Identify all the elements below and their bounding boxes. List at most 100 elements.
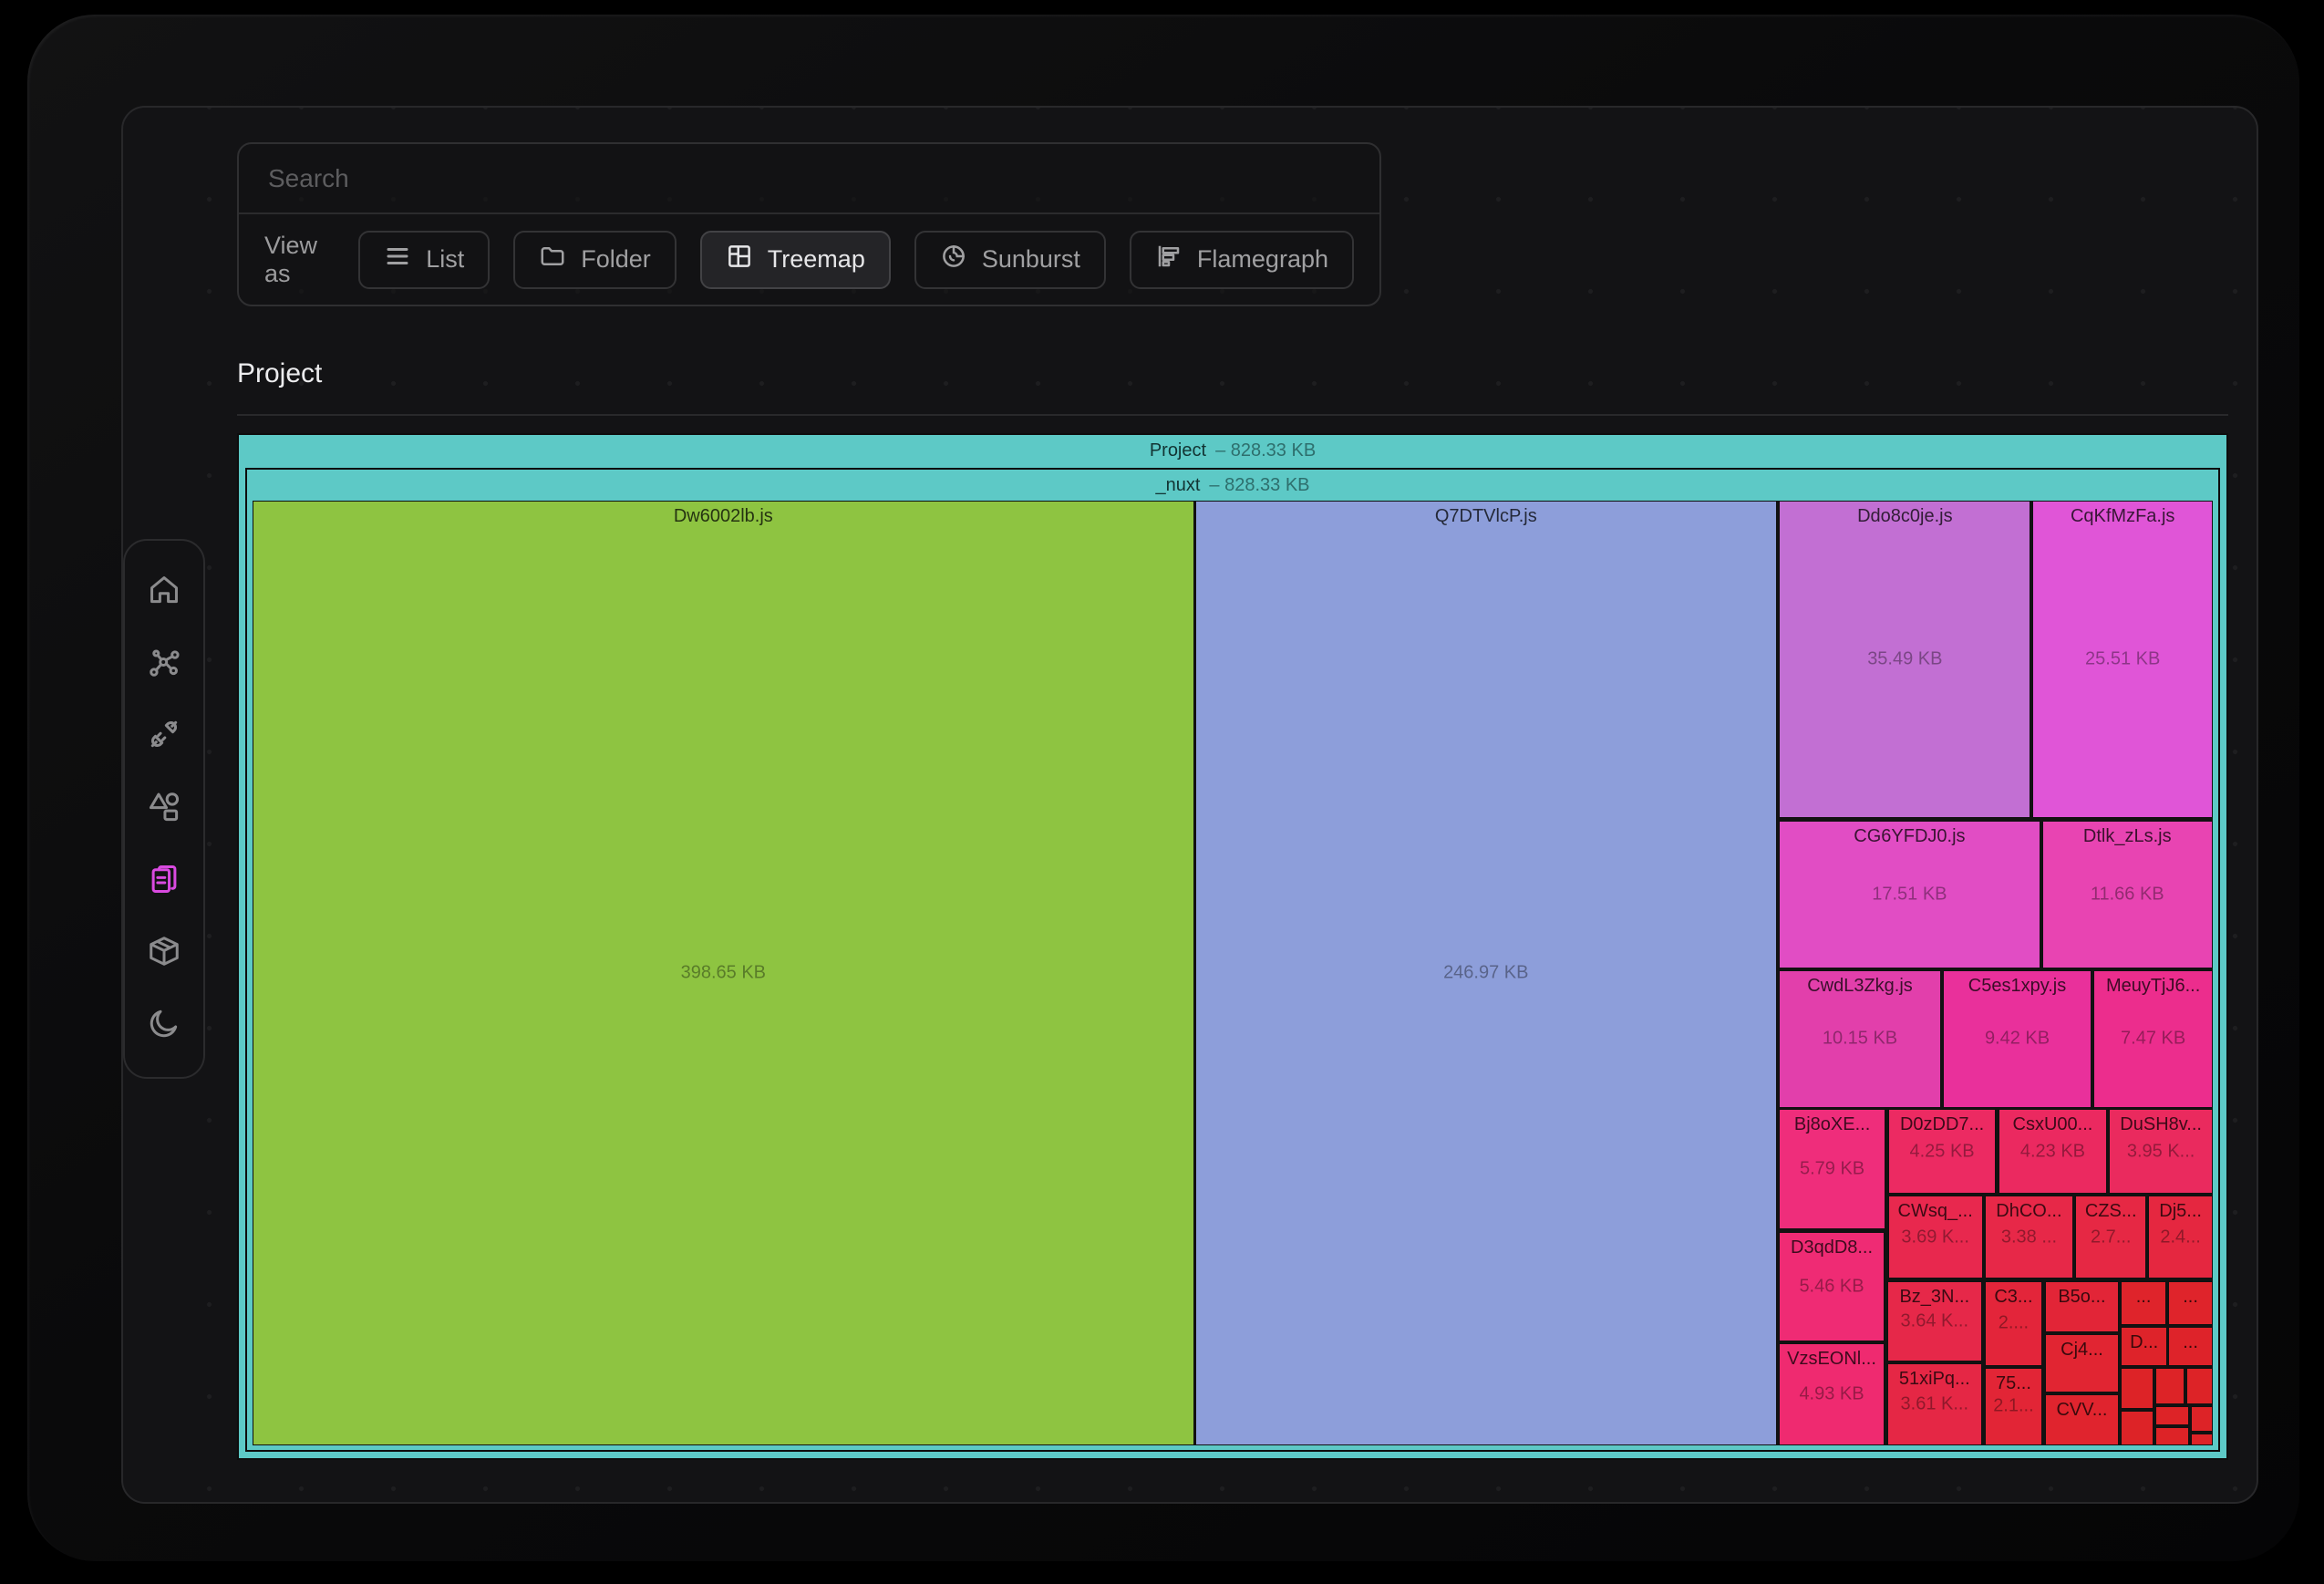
treemap-cell[interactable] <box>2191 1406 2213 1432</box>
treemap-cell[interactable]: DuSH8v...3.95 K... <box>2109 1109 2213 1193</box>
view-flamegraph-button[interactable]: Flamegraph <box>1130 231 1354 289</box>
treemap-cell[interactable]: Cj4... <box>2045 1334 2120 1393</box>
page-title: Project <box>237 354 2228 394</box>
moon-icon <box>147 1006 181 1045</box>
treemap-cell[interactable]: VzsEONl... 4.93 KB <box>1779 1343 1885 1445</box>
treemap-cell[interactable]: ... <box>2168 1327 2213 1366</box>
graph-icon <box>147 645 181 684</box>
sidebar-item-home[interactable] <box>144 572 184 612</box>
cell-file-name: DuSH8v... <box>2110 1114 2212 1135</box>
cell-file-size: 2.4... <box>2149 1227 2212 1248</box>
cell-file-name: CZS... <box>2076 1201 2145 1222</box>
cell-file-name: Ddo8c0je.js <box>1780 506 2030 527</box>
cell-file-name: D... <box>2122 1332 2166 1353</box>
home-icon <box>147 573 181 612</box>
sidebar-item-build[interactable] <box>144 934 184 974</box>
cell-file-size: 25.51 KB <box>2033 648 2212 669</box>
cell-file-name: CwdL3Zkg.js <box>1780 976 1940 997</box>
sidebar-item-components[interactable] <box>144 789 184 829</box>
root-name: Project <box>1150 440 1206 461</box>
view-sunburst-button[interactable]: Sunburst <box>914 231 1106 289</box>
cell-file-size: 3.64 K... <box>1888 1310 1981 1331</box>
treemap-cell[interactable]: Bj8oXE...5.79 KB <box>1779 1109 1885 1228</box>
treemap-cell[interactable]: D3qdD8...5.46 KB <box>1779 1232 1885 1341</box>
view-treemap-label: Treemap <box>768 245 865 274</box>
treemap-cell[interactable] <box>2121 1411 2154 1445</box>
treemap-cell[interactable]: Dw6002lb.js 398.65 KB <box>253 501 1194 1445</box>
treemap-cell[interactable]: DhCO... 3.38 ... <box>1985 1196 2074 1279</box>
cell-file-name: VzsEONl... <box>1780 1349 1884 1370</box>
treemap-cell[interactable]: 51xiPq...3.61 K... <box>1887 1363 1982 1445</box>
treemap-cell[interactable]: D0zDD7...4.25 KB <box>1888 1109 1997 1193</box>
cell-file-size: 3.69 K... <box>1889 1227 1982 1248</box>
sidebar-item-dark-mode[interactable] <box>144 1006 184 1046</box>
treemap-chart: Project – 828.33 KB _nuxt – 828.33 KB Dw… <box>237 433 2228 1460</box>
treemap-cell[interactable]: Bz_3N...3.64 K... <box>1887 1281 1982 1361</box>
cell-file-size: 2.1... <box>1986 1396 2042 1417</box>
group-name: _nuxt <box>1155 475 1200 496</box>
cell-file-size: 10.15 KB <box>1780 1029 1940 1050</box>
search-input[interactable] <box>268 164 1350 193</box>
sunburst-icon <box>940 243 967 276</box>
cell-file-size: 5.46 KB <box>1780 1276 1884 1297</box>
cell-file-size: 35.49 KB <box>1780 648 2030 669</box>
view-list-button[interactable]: List <box>358 231 490 289</box>
treemap-cell[interactable]: CZS...2.7... <box>2075 1196 2146 1279</box>
cell-file-name: CqKfMzFa.js <box>2033 506 2212 527</box>
sidebar-item-modules[interactable] <box>144 644 184 684</box>
treemap-cell[interactable]: ... <box>2121 1281 2166 1325</box>
section-divider <box>237 414 2228 416</box>
treemap-cell[interactable]: D... <box>2121 1327 2167 1366</box>
treemap-group-header[interactable]: _nuxt – 828.33 KB <box>247 470 2218 501</box>
sidebar-item-plugins[interactable] <box>144 717 184 757</box>
view-list-label: List <box>426 245 464 274</box>
cell-file-name: Dw6002lb.js <box>253 506 1193 527</box>
treemap-root-header[interactable]: Project – 828.33 KB <box>239 435 2226 466</box>
treemap-cell[interactable]: CVV... <box>2045 1394 2120 1445</box>
cell-file-size: 2.... <box>1986 1313 2042 1334</box>
device-frame: View as List Folder <box>27 15 2299 1561</box>
treemap-cell[interactable]: ... <box>2168 1281 2213 1325</box>
treemap-cell[interactable] <box>2121 1368 2154 1410</box>
treemap-cell[interactable]: 75...2.1... <box>1985 1368 2043 1445</box>
view-folder-button[interactable]: Folder <box>513 231 677 289</box>
shapes-icon <box>147 789 181 828</box>
plugin-icon <box>147 717 181 756</box>
treemap-cell[interactable]: CwdL3Zkg.js 10.15 KB <box>1779 970 1941 1108</box>
treemap-cell[interactable]: CsxU00...4.23 KB <box>1999 1109 2108 1193</box>
view-treemap-button[interactable]: Treemap <box>700 231 891 289</box>
treemap-cell[interactable]: Ddo8c0je.js 35.49 KB <box>1779 501 2030 818</box>
cell-file-size: 7.47 KB <box>2094 1029 2212 1050</box>
treemap-cell[interactable]: Dtlk_zLs.js11.66 KB <box>2042 821 2213 968</box>
cell-file-name: Cj4... <box>2046 1340 2119 1361</box>
treemap-icon <box>726 243 753 276</box>
cell-file-name: Q7DTVlcP.js <box>1196 506 1777 527</box>
cell-file-name: Bz_3N... <box>1888 1287 1981 1308</box>
treemap-cell[interactable]: CqKfMzFa.js 25.51 KB <box>2032 501 2213 818</box>
treemap-cell[interactable]: Q7DTVlcP.js246.97 KB <box>1195 501 1778 1445</box>
devtools-sidebar <box>123 539 205 1079</box>
treemap-cell[interactable] <box>2155 1427 2189 1445</box>
cell-file-size: 398.65 KB <box>253 963 1193 984</box>
treemap-cell[interactable] <box>2155 1368 2185 1405</box>
sidebar-item-assets[interactable] <box>144 861 184 901</box>
treemap-cell[interactable]: MeuyTjJ6... 7.47 KB <box>2093 970 2213 1108</box>
treemap-cell[interactable]: CG6YFDJ0.js17.51 KB <box>1779 821 2040 968</box>
treemap-cell[interactable]: B5o... <box>2045 1281 2120 1332</box>
cell-file-size: 17.51 KB <box>1780 884 2039 905</box>
cell-file-size: 4.93 KB <box>1780 1383 1884 1404</box>
cell-file-name: Dj5... <box>2149 1201 2212 1222</box>
treemap-cell[interactable] <box>2155 1406 2189 1425</box>
treemap-cell[interactable]: C3...2.... <box>1985 1281 2043 1365</box>
cell-file-size: 3.38 ... <box>1986 1227 2073 1248</box>
treemap-group: _nuxt – 828.33 KB Dw6002lb.js398.65 KBQ7… <box>245 468 2220 1452</box>
treemap-cell[interactable]: CWsq_...3.69 K... <box>1888 1196 1983 1279</box>
treemap-cells: Dw6002lb.js 398.65 KBQ7DTVlcP.js246.97 KB… <box>253 501 2213 1445</box>
treemap-cell[interactable] <box>2186 1368 2213 1405</box>
cell-file-name: MeuyTjJ6... <box>2094 976 2212 997</box>
cell-file-name: DhCO... <box>1986 1201 2073 1222</box>
treemap-cell[interactable]: C5es1xpy.js9.42 KB <box>1943 970 2092 1108</box>
treemap-cell[interactable]: Dj5... 2.4... <box>2148 1196 2213 1279</box>
cell-file-name: Bj8oXE... <box>1780 1114 1885 1135</box>
treemap-cell[interactable] <box>2191 1434 2213 1445</box>
